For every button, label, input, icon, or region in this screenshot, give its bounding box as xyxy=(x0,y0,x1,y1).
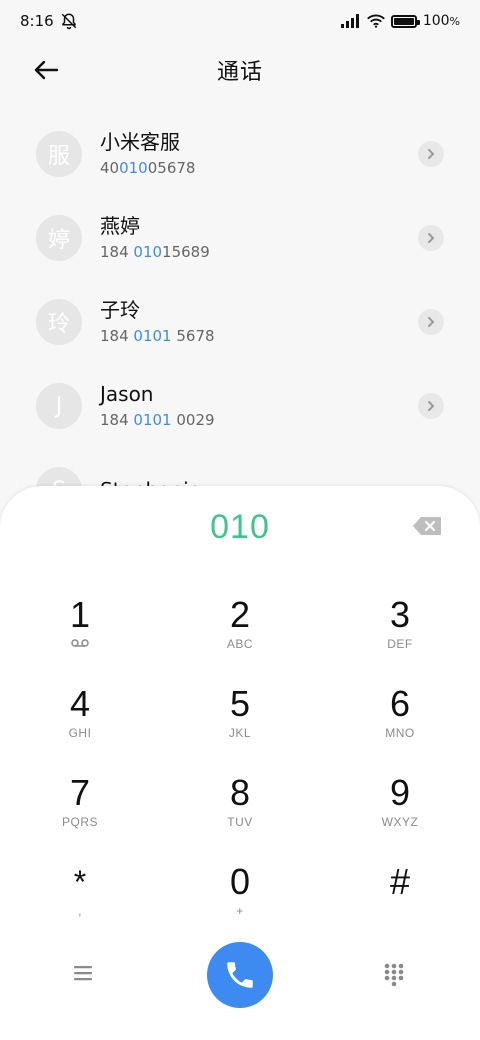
avatar: J xyxy=(36,383,82,429)
avatar: 婷 xyxy=(36,215,82,261)
keypad-icon xyxy=(384,963,404,987)
contact-row[interactable]: 服 小米客服 4001005678 xyxy=(0,112,480,196)
chevron-right-icon xyxy=(428,401,435,411)
contact-info: 燕婷 184 01015689 xyxy=(100,213,418,263)
key-letters: GHI xyxy=(68,726,92,740)
back-button[interactable] xyxy=(30,54,62,86)
contact-number: 184 0101 0029 xyxy=(100,411,215,429)
key-letters: MNO xyxy=(385,726,415,740)
key-8[interactable]: 8 TUV xyxy=(160,772,320,861)
key-digit: 7 xyxy=(69,772,91,813)
contact-list: 服 小米客服 4001005678 婷 燕婷 184 01015689 玲 子玲… xyxy=(0,112,480,532)
delete-button[interactable] xyxy=(412,516,442,536)
key-digit: * xyxy=(73,864,87,900)
contact-info: 子玲 184 0101 5678 xyxy=(100,297,418,347)
key-digit: 9 xyxy=(389,772,411,813)
status-left: 8:16 xyxy=(20,12,78,30)
dialed-number: 010 xyxy=(210,508,270,546)
key-digit: 1 xyxy=(69,594,91,635)
contact-detail-button[interactable] xyxy=(418,309,444,335)
status-time: 8:16 xyxy=(20,12,54,30)
phone-icon xyxy=(227,962,253,988)
contact-detail-button[interactable] xyxy=(418,225,444,251)
chevron-right-icon xyxy=(428,317,435,327)
contact-name: Jason xyxy=(100,382,154,406)
contact-row[interactable]: 玲 子玲 184 0101 5678 xyxy=(0,280,480,364)
avatar: 服 xyxy=(36,131,82,177)
key-5[interactable]: 5 JKL xyxy=(160,683,320,772)
contact-number: 4001005678 xyxy=(100,159,196,177)
key-1[interactable]: 1 xyxy=(0,594,160,683)
contact-info: Jason 184 0101 0029 xyxy=(100,381,418,431)
key-digit: # xyxy=(389,861,411,902)
arrow-left-icon xyxy=(34,60,59,80)
wifi-icon xyxy=(366,14,385,28)
key-digit: 5 xyxy=(229,683,251,724)
key-3[interactable]: 3 DEF xyxy=(320,594,480,683)
contact-name: 子玲 xyxy=(100,298,140,322)
menu-icon xyxy=(74,966,92,981)
bell-off-icon xyxy=(61,13,76,30)
key-digit: 0 xyxy=(229,861,251,902)
key-digit: 2 xyxy=(229,594,251,635)
header: 通话 xyxy=(0,46,480,94)
key-letters: + xyxy=(236,904,244,918)
battery-percent: 100% xyxy=(422,13,460,29)
key-letters: PQRS xyxy=(61,815,98,829)
contact-number: 184 01015689 xyxy=(100,243,210,261)
key-hash[interactable]: # xyxy=(320,861,480,950)
key-2[interactable]: 2 ABC xyxy=(160,594,320,683)
key-digit: 3 xyxy=(389,594,411,635)
contact-name: 小米客服 xyxy=(100,130,180,154)
keypad-toggle-button[interactable] xyxy=(383,962,407,990)
key-digit: 4 xyxy=(69,683,91,724)
key-9[interactable]: 9 WXYZ xyxy=(320,772,480,861)
menu-button[interactable] xyxy=(72,962,98,990)
contact-name: 燕婷 xyxy=(100,214,140,238)
avatar: 玲 xyxy=(36,299,82,345)
chevron-right-icon xyxy=(428,149,435,159)
contact-row[interactable]: J Jason 184 0101 0029 xyxy=(0,364,480,448)
contact-info: 小米客服 4001005678 xyxy=(100,129,418,179)
voicemail-icon xyxy=(71,637,89,653)
key-letters: DEF xyxy=(387,637,413,651)
key-letters: , xyxy=(78,904,82,918)
contact-detail-button[interactable] xyxy=(418,393,444,419)
key-6[interactable]: 6 MNO xyxy=(320,683,480,772)
signal-icon xyxy=(340,14,359,28)
key-4[interactable]: 4 GHI xyxy=(0,683,160,772)
status-bar: 8:16 100% xyxy=(0,0,480,42)
dialer-bottom-bar xyxy=(0,942,480,1010)
key-letters: WXYZ xyxy=(381,815,419,829)
key-letters: ABC xyxy=(226,637,254,651)
contact-number: 184 0101 5678 xyxy=(100,327,215,345)
key-0[interactable]: 0 + xyxy=(160,861,320,950)
chevron-right-icon xyxy=(428,233,435,243)
key-7[interactable]: 7 PQRS xyxy=(0,772,160,861)
key-digit: 6 xyxy=(389,683,411,724)
key-digit: 8 xyxy=(229,772,251,813)
dial-panel: 010 1 2 ABC 3 DEF 4 GHI 5 JKL 6 MNO 7 PQ… xyxy=(0,486,480,1040)
page-title: 通话 xyxy=(216,60,263,85)
battery-icon xyxy=(390,14,420,28)
contact-row[interactable]: 婷 燕婷 184 01015689 xyxy=(0,196,480,280)
call-button[interactable] xyxy=(207,942,273,1008)
key-letters: JKL xyxy=(228,726,252,740)
key-letters: TUV xyxy=(227,815,253,829)
backspace-icon xyxy=(413,517,441,535)
status-right: 100% xyxy=(340,13,460,29)
contact-detail-button[interactable] xyxy=(418,141,444,167)
keypad: 1 2 ABC 3 DEF 4 GHI 5 JKL 6 MNO 7 PQRS 8… xyxy=(0,594,480,950)
key-star[interactable]: * , xyxy=(0,861,160,950)
